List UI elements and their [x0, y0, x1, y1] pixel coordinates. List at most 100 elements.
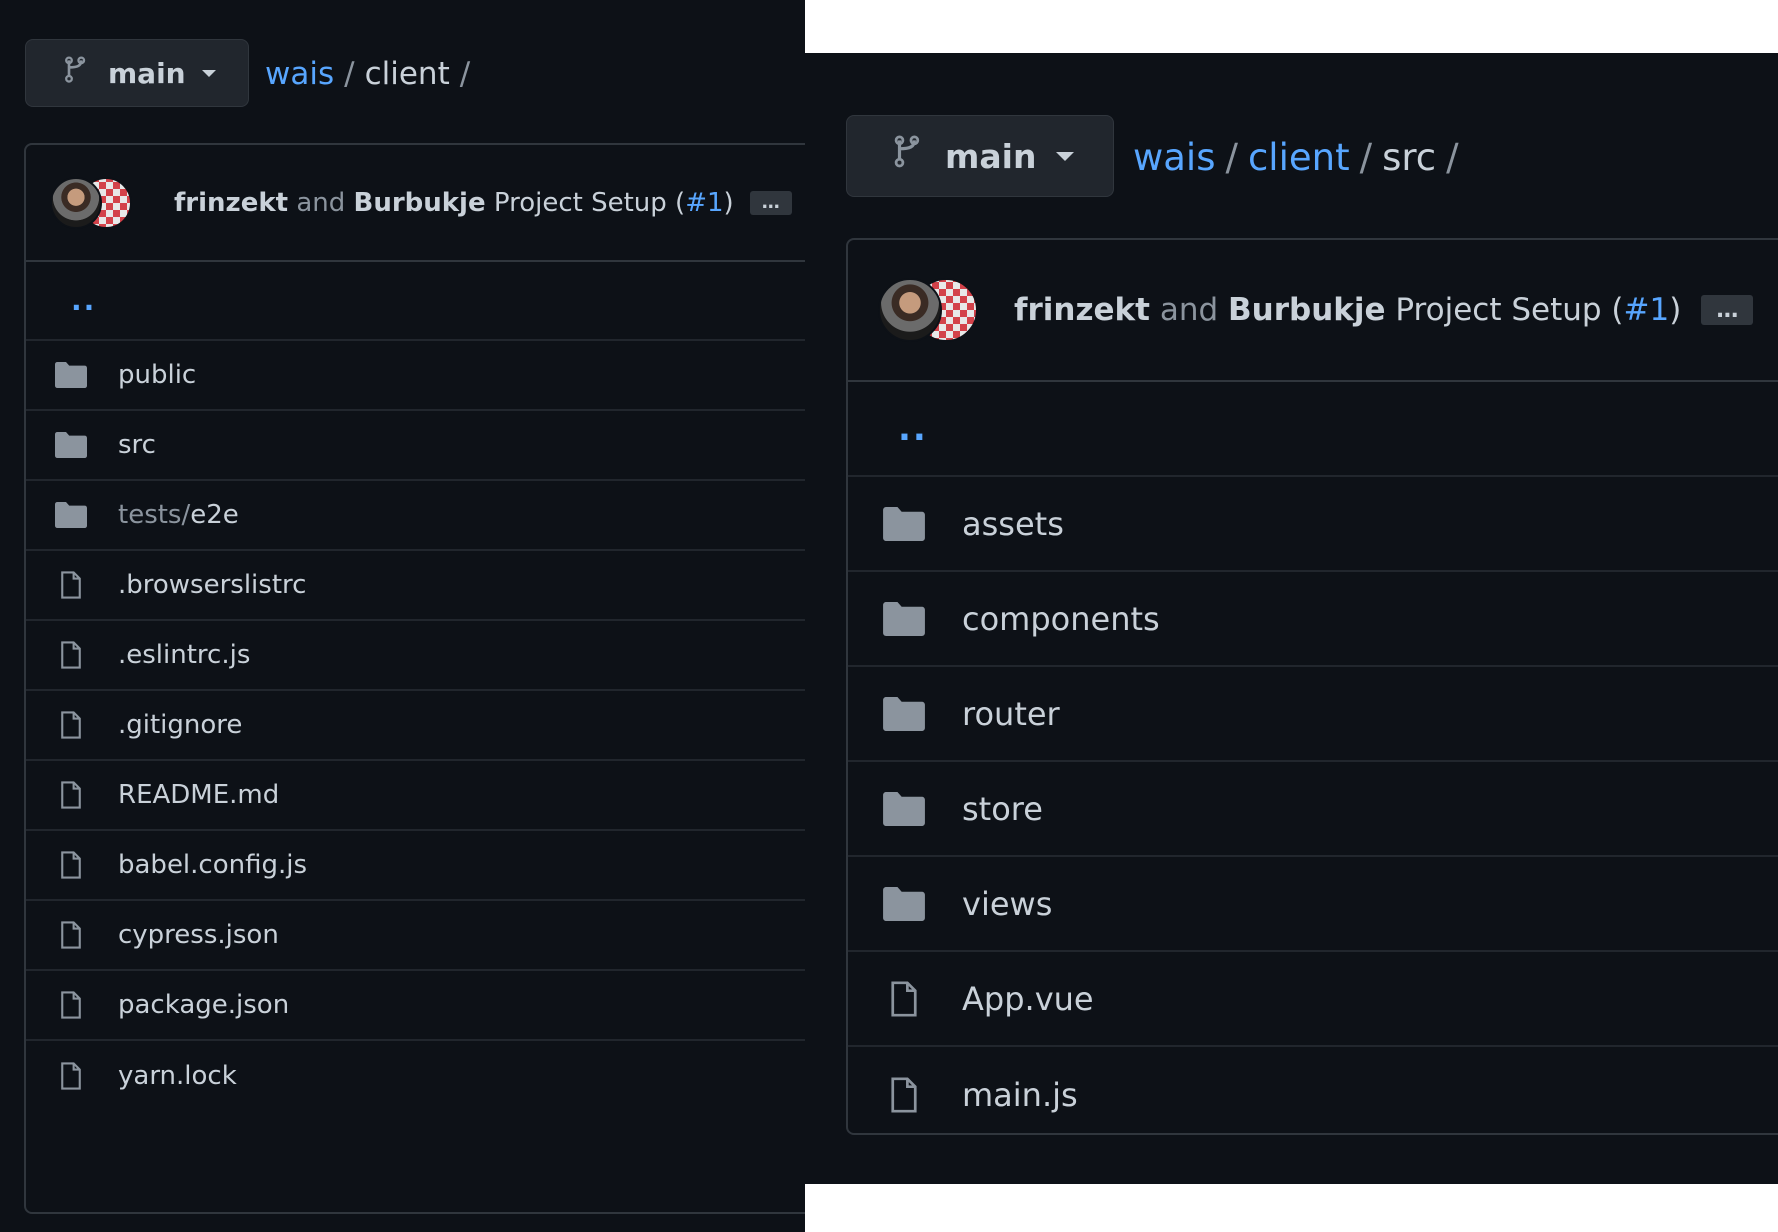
folder-name-link[interactable]: src [118, 430, 156, 460]
latest-commit-row: frinzekt and Burbukje Project Setup (#1)… [848, 240, 1778, 382]
file-row[interactable]: .eslintrc.js [26, 621, 805, 691]
file-name-link[interactable]: cypress.json [118, 920, 279, 950]
git-branch-icon [891, 132, 925, 180]
file-name-link[interactable]: .gitignore [118, 710, 242, 740]
item-name: main.js [962, 1075, 1078, 1114]
commit-paren: ( [1611, 292, 1624, 328]
commit-avatars [878, 275, 988, 345]
breadcrumb-repo-link[interactable]: wais [1133, 136, 1216, 179]
file-icon [54, 991, 88, 1019]
commit-text: frinzekt and Burbukje Project Setup (#1) [174, 188, 734, 218]
commit-message-link[interactable]: Project Setup [494, 188, 667, 218]
file-row[interactable]: main.js [848, 1047, 1778, 1133]
file-row[interactable]: App.vue [848, 952, 1778, 1047]
parent-directory-row[interactable]: .. [848, 382, 1778, 477]
file-icon [54, 571, 88, 599]
commit-author-link[interactable]: Burbukje [1228, 292, 1386, 328]
breadcrumb-current: client [364, 56, 450, 92]
commit-author-link[interactable]: frinzekt [174, 188, 288, 218]
file-name-link[interactable]: README.md [118, 780, 279, 810]
file-name-link[interactable]: package.json [118, 990, 289, 1020]
file-browser: frinzekt and Burbukje Project Setup (#1)… [846, 238, 1778, 1135]
latest-commit-row: frinzekt and Burbukje Project Setup (#1)… [26, 145, 805, 262]
folder-name-link[interactable]: public [118, 360, 196, 390]
file-icon [54, 641, 88, 669]
commit-and-text: and [1159, 292, 1219, 328]
folder-row[interactable]: assets [848, 477, 1778, 572]
folder-row[interactable]: router [848, 667, 1778, 762]
folder-icon [54, 432, 88, 458]
item-name: e2e [190, 500, 239, 530]
parent-directory-link[interactable]: .. [71, 284, 96, 317]
folder-row[interactable]: src [26, 411, 805, 481]
commit-author-link[interactable]: frinzekt [1014, 292, 1150, 328]
folder-name-link[interactable]: assets [962, 505, 1064, 543]
folder-path-prefix: tests/ [118, 500, 191, 530]
file-row[interactable]: README.md [26, 761, 805, 831]
folder-name-link[interactable]: components [962, 600, 1160, 638]
folder-name-link[interactable]: router [962, 695, 1060, 733]
breadcrumb-separator: / [344, 56, 355, 92]
item-name: public [118, 360, 197, 390]
breadcrumb-separator: / [459, 56, 471, 92]
commit-message-link[interactable]: Project Setup [1395, 292, 1601, 328]
file-name-link[interactable]: main.js [962, 1076, 1078, 1114]
commit-author-link[interactable]: Burbukje [354, 188, 486, 218]
item-name: components [962, 599, 1160, 638]
folder-row[interactable]: tests/e2e [26, 481, 805, 551]
file-row[interactable]: package.json [26, 971, 805, 1041]
folder-name-link[interactable]: tests/e2e [118, 500, 239, 530]
left-screenshot-panel: main wais / client / frinzekt and Burbuk… [0, 0, 805, 1232]
folder-name-link[interactable]: views [962, 885, 1052, 923]
file-list: public src tests/e2e .browserslistrc .eslint… [26, 341, 805, 1111]
file-name-link[interactable]: .eslintrc.js [118, 640, 250, 670]
folder-icon [882, 601, 926, 636]
item-name: package.json [118, 990, 290, 1020]
item-name: .gitignore [118, 710, 243, 740]
breadcrumb-separator: / [1359, 135, 1373, 179]
breadcrumb-repo-link[interactable]: wais [265, 56, 334, 92]
file-name-link[interactable]: babel.config.js [118, 850, 307, 880]
avatar[interactable] [50, 176, 102, 229]
folder-icon [882, 886, 926, 921]
file-name-link[interactable]: App.vue [962, 980, 1094, 1018]
file-row[interactable]: .browserslistrc [26, 551, 805, 621]
item-name: store [962, 789, 1043, 828]
avatar[interactable] [878, 278, 942, 342]
file-row[interactable]: yarn.lock [26, 1041, 805, 1111]
file-row[interactable]: .gitignore [26, 691, 805, 761]
file-row[interactable]: cypress.json [26, 901, 805, 971]
file-name-link[interactable]: yarn.lock [118, 1061, 237, 1091]
file-row[interactable]: babel.config.js [26, 831, 805, 901]
pull-request-link[interactable]: #1 [1624, 292, 1670, 328]
parent-directory-row[interactable]: .. [26, 262, 805, 341]
parent-directory-link[interactable]: .. [898, 409, 928, 449]
branch-selector[interactable]: main [846, 115, 1114, 197]
commit-avatars [50, 174, 140, 232]
item-name: .eslintrc.js [118, 640, 251, 670]
breadcrumb-client-link[interactable]: client [1248, 136, 1350, 179]
caret-down-icon [1056, 151, 1075, 161]
file-name-link[interactable]: .browserslistrc [118, 570, 306, 600]
breadcrumb-separator: / [1225, 135, 1238, 179]
folder-row[interactable]: components [848, 572, 1778, 667]
item-name: router [962, 694, 1060, 733]
commit-expand-button[interactable]: … [1701, 295, 1754, 325]
item-name: assets [962, 504, 1064, 543]
breadcrumb-separator: / [1446, 135, 1459, 179]
item-name: yarn.lock [118, 1061, 237, 1091]
folder-name-link[interactable]: store [962, 790, 1043, 828]
folder-row[interactable]: store [848, 762, 1778, 857]
item-name: babel.config.js [118, 850, 308, 880]
item-name: cypress.json [118, 920, 279, 950]
folder-row[interactable]: public [26, 341, 805, 411]
file-icon [54, 711, 88, 739]
folder-row[interactable]: views [848, 857, 1778, 952]
file-icon [54, 1062, 88, 1090]
item-name: README.md [118, 780, 280, 810]
branch-selector[interactable]: main [25, 39, 249, 107]
commit-expand-button[interactable]: … [749, 190, 792, 215]
item-name: src [118, 430, 156, 460]
pull-request-link[interactable]: #1 [685, 188, 723, 218]
caret-down-icon [201, 69, 216, 77]
